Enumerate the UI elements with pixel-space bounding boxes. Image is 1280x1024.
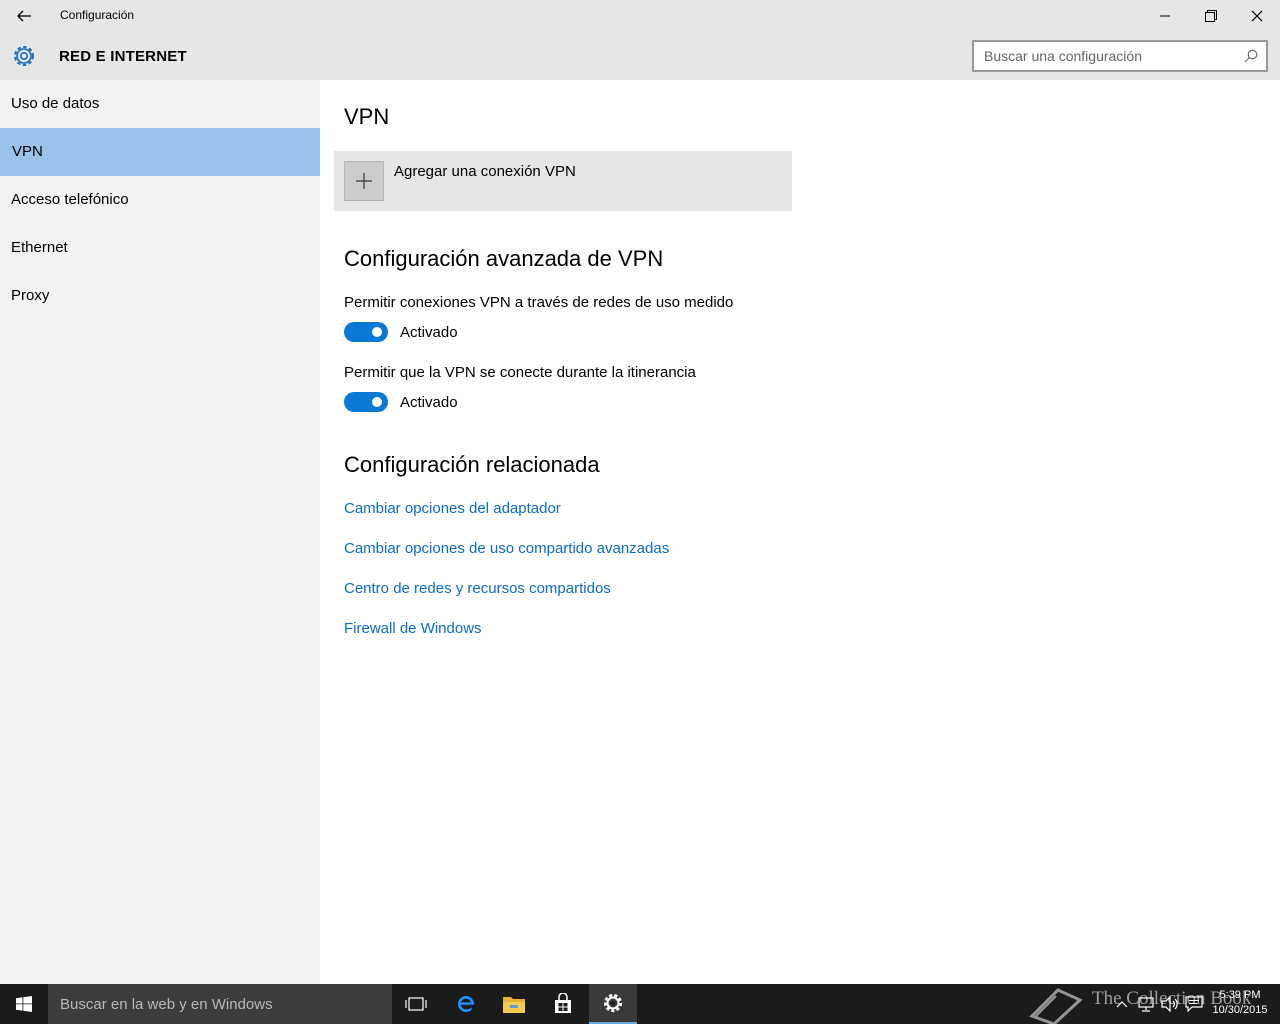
sidebar-item-vpn[interactable]: VPN	[0, 128, 320, 176]
toggle-knob	[372, 397, 382, 407]
sidebar-item-uso-de-datos[interactable]: Uso de datos	[0, 80, 320, 128]
edge-icon	[458, 996, 474, 1012]
link-network-sharing-center[interactable]: Centro de redes y recursos compartidos	[344, 580, 611, 597]
minimize-button[interactable]	[1142, 0, 1188, 32]
metered-toggle[interactable]	[344, 322, 388, 342]
close-button[interactable]	[1234, 0, 1280, 32]
settings-icon	[603, 993, 623, 1013]
start-button[interactable]	[0, 984, 48, 1024]
sidebar-item-ethernet[interactable]: Ethernet	[0, 224, 320, 272]
action-center-icon	[1185, 996, 1203, 1012]
back-arrow-icon	[17, 10, 31, 22]
volume-icon	[1161, 996, 1178, 1012]
action-center-button[interactable]	[1184, 994, 1204, 1014]
minimize-icon	[1160, 15, 1170, 17]
maximize-button[interactable]	[1188, 0, 1234, 32]
roaming-toggle-state: Activado	[400, 394, 458, 411]
show-hidden-icons-button[interactable]	[1112, 994, 1132, 1014]
system-clock[interactable]: 5:39 PM 10/30/2015	[1208, 988, 1272, 1018]
plus-icon	[344, 161, 384, 201]
settings-taskbar-button[interactable]	[589, 984, 637, 1024]
maximize-icon	[1205, 10, 1217, 22]
vpn-heading: VPN	[344, 104, 390, 129]
store-icon	[555, 993, 571, 1013]
clock-time: 5:39 PM	[1219, 989, 1261, 1001]
task-view-button[interactable]	[392, 984, 440, 1024]
add-vpn-label: Agregar una conexión VPN	[394, 163, 576, 180]
related-settings-heading: Configuración relacionada	[344, 452, 600, 477]
link-adapter-options[interactable]: Cambiar opciones del adaptador	[344, 500, 561, 517]
link-advanced-sharing[interactable]: Cambiar opciones de uso compartido avanz…	[344, 540, 669, 557]
back-button[interactable]	[8, 0, 40, 32]
settings-header: RED E INTERNET	[0, 32, 1280, 80]
link-windows-firewall[interactable]: Firewall de Windows	[344, 620, 482, 637]
settings-search-input[interactable]	[974, 42, 1234, 70]
close-icon	[1251, 10, 1263, 22]
taskbar-search-text: Buscar en la web y en Windows	[60, 996, 273, 1013]
search-icon[interactable]	[1244, 49, 1258, 63]
section-title: RED E INTERNET	[59, 48, 187, 65]
store-button[interactable]	[539, 984, 587, 1024]
roaming-option-label: Permitir que la VPN se conecte durante l…	[344, 364, 696, 381]
task-view-icon	[405, 997, 427, 1011]
network-button[interactable]	[1136, 994, 1156, 1014]
title-bar: Configuración	[0, 0, 1280, 32]
sidebar: Uso de datos VPN Acceso telefónico Ether…	[0, 80, 320, 984]
gear-icon	[14, 46, 34, 66]
settings-search-box[interactable]	[972, 40, 1268, 72]
sidebar-item-proxy[interactable]: Proxy	[0, 272, 320, 320]
edge-button[interactable]	[442, 984, 490, 1024]
chevron-up-icon	[1116, 1001, 1128, 1008]
book-logo-icon	[1029, 988, 1083, 1024]
add-vpn-button[interactable]: Agregar una conexión VPN	[334, 151, 792, 211]
metered-option-label: Permitir conexiones VPN a través de rede…	[344, 294, 734, 311]
network-icon	[1138, 997, 1154, 1012]
windows-logo-icon	[16, 996, 32, 1012]
main-content: VPN Agregar una conexión VPN Configuraci…	[320, 80, 1280, 984]
roaming-toggle[interactable]	[344, 392, 388, 412]
taskbar: Buscar en la web y en Windows The Collec…	[0, 984, 1280, 1024]
file-explorer-icon	[503, 997, 525, 1013]
file-explorer-button[interactable]	[490, 984, 538, 1024]
sidebar-item-acceso-telefonico[interactable]: Acceso telefónico	[0, 176, 320, 224]
taskbar-search-box[interactable]: Buscar en la web y en Windows	[48, 984, 392, 1024]
clock-date: 10/30/2015	[1212, 1004, 1268, 1016]
app-title: Configuración	[60, 8, 135, 22]
toggle-knob	[372, 327, 382, 337]
volume-button[interactable]	[1160, 994, 1180, 1014]
advanced-vpn-heading: Configuración avanzada de VPN	[344, 246, 664, 271]
metered-toggle-state: Activado	[400, 324, 458, 341]
